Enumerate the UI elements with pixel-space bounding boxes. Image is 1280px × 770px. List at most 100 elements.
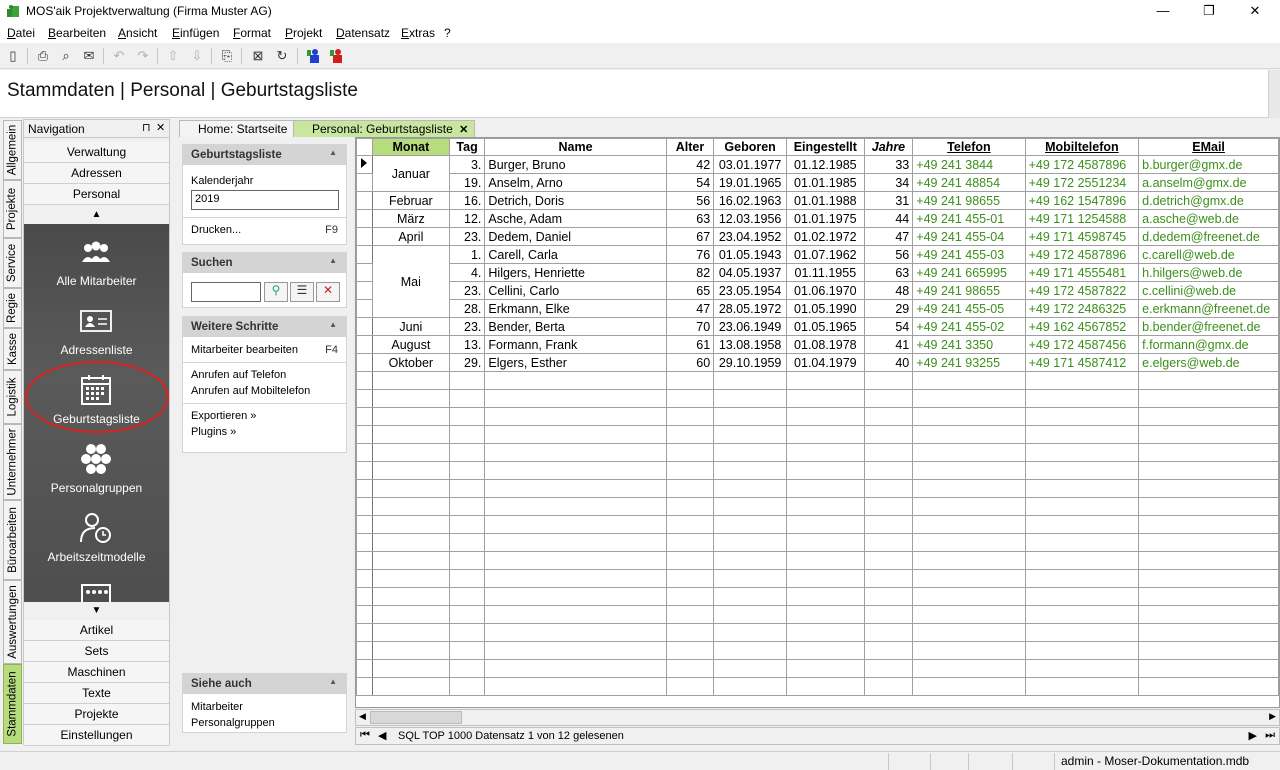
empty-cell[interactable] xyxy=(786,677,865,696)
row-indicator[interactable] xyxy=(356,353,373,372)
cell-mobiltelefon[interactable]: +49 172 2551234 xyxy=(1024,173,1140,192)
cell-jahre[interactable]: 40 xyxy=(863,353,914,372)
empty-cell[interactable] xyxy=(863,497,914,516)
last-record-icon[interactable]: ⏭ xyxy=(1265,729,1275,742)
menu-extras[interactable]: Extras xyxy=(401,26,435,40)
empty-cell[interactable] xyxy=(1138,515,1279,534)
empty-cell[interactable] xyxy=(786,497,865,516)
empty-cell[interactable] xyxy=(912,515,1026,534)
table-row[interactable]: 4. Hilgers, Henriette 82 04.05.1937 01.11.19… xyxy=(356,263,1279,282)
row-indicator[interactable] xyxy=(356,659,373,678)
scroll-down-icon[interactable]: ▼ xyxy=(24,602,169,620)
empty-cell[interactable] xyxy=(448,623,486,642)
empty-cell[interactable] xyxy=(1138,623,1279,642)
empty-cell[interactable] xyxy=(713,569,788,588)
cell-jahre[interactable]: 34 xyxy=(863,173,914,192)
empty-cell[interactable] xyxy=(484,407,667,426)
empty-cell[interactable] xyxy=(1138,389,1279,408)
table-row[interactable]: Februar 16. Detrich, Doris 56 16.02.1963 01.0… xyxy=(356,191,1279,210)
cell-jahre[interactable]: 33 xyxy=(863,155,914,174)
cell-geboren[interactable]: 03.01.1977 xyxy=(713,155,788,174)
empty-cell[interactable] xyxy=(713,479,788,498)
empty-cell[interactable] xyxy=(713,551,788,570)
empty-cell[interactable] xyxy=(912,533,1026,552)
cell-email[interactable]: b.burger@gmx.de xyxy=(1138,155,1279,174)
nav-verwaltung[interactable]: Verwaltung xyxy=(24,142,169,163)
empty-cell[interactable] xyxy=(665,623,715,642)
cell-tag[interactable]: 16. xyxy=(448,191,486,210)
row-indicator[interactable] xyxy=(356,209,373,228)
empty-cell[interactable] xyxy=(1024,641,1140,660)
empty-cell[interactable] xyxy=(713,587,788,606)
close-icon[interactable]: ✕ xyxy=(156,121,165,134)
cell-jahre[interactable]: 63 xyxy=(863,263,914,282)
cell-email[interactable]: a.anselm@gmx.de xyxy=(1138,173,1279,192)
cell-name[interactable]: Carell, Carla xyxy=(484,245,667,264)
cell-jahre[interactable]: 54 xyxy=(863,317,914,336)
empty-cell[interactable] xyxy=(665,515,715,534)
nav-item-alle-mitarbeiter[interactable]: Alle Mitarbeiter xyxy=(24,232,169,296)
table-row[interactable]: August 13. Formann, Frank 61 13.08.1958 01.08… xyxy=(356,335,1279,354)
empty-cell[interactable] xyxy=(1024,569,1140,588)
search-document-icon[interactable]: ⎘ xyxy=(218,47,236,65)
empty-cell[interactable] xyxy=(1138,677,1279,696)
col-telefon[interactable]: Telefon xyxy=(912,138,1026,156)
plugins-link[interactable]: Plugins » xyxy=(183,424,346,440)
cell-eingestellt[interactable]: 01.06.1970 xyxy=(786,281,865,300)
restore-button[interactable]: ❐ xyxy=(1186,0,1232,22)
nav-item-arbeitszeitmodelle[interactable]: Arbeitszeitmodelle xyxy=(24,508,169,572)
menu-einfuegen[interactable]: Einfügen xyxy=(172,26,219,40)
horizontal-scrollbar[interactable]: ◀ ▶ xyxy=(355,709,1280,726)
empty-cell[interactable] xyxy=(448,605,486,624)
search-input[interactable] xyxy=(191,282,261,302)
empty-cell[interactable] xyxy=(1138,569,1279,588)
empty-cell[interactable] xyxy=(448,425,486,444)
nav-einstellungen[interactable]: Einstellungen xyxy=(24,725,169,746)
empty-cell[interactable] xyxy=(863,479,914,498)
cell-telefon[interactable]: +49 241 455-02 xyxy=(912,317,1026,336)
empty-cell[interactable] xyxy=(484,515,667,534)
cell-mobiltelefon[interactable]: +49 172 2486325 xyxy=(1024,299,1140,318)
col-eingestellt[interactable]: Eingestellt xyxy=(786,138,865,156)
row-indicator[interactable] xyxy=(356,533,373,552)
vtab-allgemein[interactable]: Allgemein xyxy=(3,120,22,180)
preview-icon[interactable]: ⌕ xyxy=(57,47,75,65)
empty-cell[interactable] xyxy=(1024,425,1140,444)
row-indicator[interactable] xyxy=(356,371,373,390)
menu-ansicht[interactable]: Ansicht xyxy=(118,26,157,40)
cell-eingestellt[interactable]: 01.01.1988 xyxy=(786,191,865,210)
empty-cell[interactable] xyxy=(484,533,667,552)
cell-mobiltelefon[interactable]: +49 162 4567852 xyxy=(1024,317,1140,336)
clear-filter-icon[interactable]: ✕ xyxy=(316,282,340,302)
empty-cell[interactable] xyxy=(1138,533,1279,552)
empty-cell[interactable] xyxy=(371,623,450,642)
cell-alter[interactable]: 63 xyxy=(665,209,715,228)
empty-cell[interactable] xyxy=(484,389,667,408)
cell-email[interactable]: d.dedem@freenet.de xyxy=(1138,227,1279,246)
cell-telefon[interactable]: +49 241 665995 xyxy=(912,263,1026,282)
cell-geboren[interactable]: 01.05.1943 xyxy=(713,245,788,264)
row-indicator[interactable] xyxy=(356,425,373,444)
empty-cell[interactable] xyxy=(863,533,914,552)
cell-email[interactable]: a.asche@web.de xyxy=(1138,209,1279,228)
cell-email[interactable]: e.erkmann@freenet.de xyxy=(1138,299,1279,318)
row-indicator[interactable] xyxy=(356,677,373,696)
empty-cell[interactable] xyxy=(912,587,1026,606)
tab-geburtstagsliste[interactable]: Personal: Geburtstagsliste ✕ xyxy=(293,120,476,137)
cell-alter[interactable]: 70 xyxy=(665,317,715,336)
scroll-right-icon[interactable]: ▶ xyxy=(1269,711,1276,722)
empty-cell[interactable] xyxy=(863,407,914,426)
table-row[interactable] xyxy=(356,479,1279,498)
table-row[interactable] xyxy=(356,533,1279,552)
col-monat[interactable]: Monat xyxy=(371,138,450,156)
cell-monat[interactable]: April xyxy=(371,227,450,246)
empty-cell[interactable] xyxy=(786,425,865,444)
empty-cell[interactable] xyxy=(786,533,865,552)
empty-cell[interactable] xyxy=(786,551,865,570)
empty-cell[interactable] xyxy=(371,425,450,444)
table-row[interactable]: Oktober 29. Elgers, Esther 60 29.10.1959 01.0… xyxy=(356,353,1279,372)
cell-mobiltelefon[interactable]: +49 171 4598745 xyxy=(1024,227,1140,246)
cell-jahre[interactable]: 56 xyxy=(863,245,914,264)
table-row[interactable]: Juni 23. Bender, Berta 70 23.06.1949 01.05.19… xyxy=(356,317,1279,336)
collapse-icon[interactable]: ▲ xyxy=(329,677,337,686)
